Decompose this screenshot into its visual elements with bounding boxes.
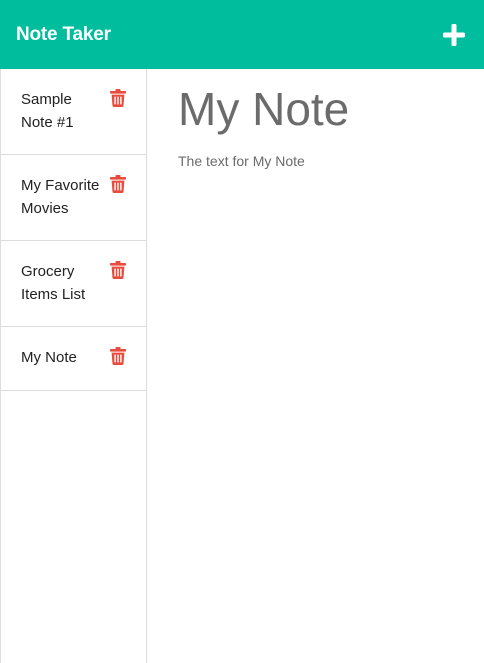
- note-list-item[interactable]: My Note: [1, 327, 146, 391]
- delete-note-button[interactable]: [110, 89, 126, 107]
- note-textarea[interactable]: The text for My Note: [178, 151, 453, 631]
- trash-icon: [110, 89, 126, 107]
- note-list-item[interactable]: My Favorite Movies: [1, 155, 146, 241]
- note-list: Sample Note #1 My Favorite Movies Grocer…: [1, 69, 146, 391]
- note-title-input[interactable]: [178, 83, 453, 135]
- note-list-item[interactable]: Sample Note #1: [1, 69, 146, 155]
- note-item-title[interactable]: Grocery Items List: [21, 261, 106, 306]
- navbar: Note Taker: [0, 0, 484, 69]
- notes-sidebar: Sample Note #1 My Favorite Movies Grocer…: [0, 69, 147, 663]
- delete-note-button[interactable]: [110, 175, 126, 193]
- delete-note-button[interactable]: [110, 261, 126, 279]
- note-editor: The text for My Note: [147, 69, 484, 663]
- plus-icon: [443, 23, 465, 46]
- app: Note Taker Sample Note #1 My Favorite Mo…: [0, 0, 484, 663]
- new-note-button[interactable]: [441, 22, 467, 48]
- delete-note-button[interactable]: [110, 347, 126, 365]
- note-item-title[interactable]: Sample Note #1: [21, 89, 106, 134]
- trash-icon: [110, 347, 126, 365]
- trash-icon: [110, 175, 126, 193]
- note-list-item[interactable]: Grocery Items List: [1, 241, 146, 327]
- note-item-title[interactable]: My Note: [21, 347, 106, 370]
- brand-title[interactable]: Note Taker: [16, 24, 111, 46]
- note-item-title[interactable]: My Favorite Movies: [21, 175, 106, 220]
- trash-icon: [110, 261, 126, 279]
